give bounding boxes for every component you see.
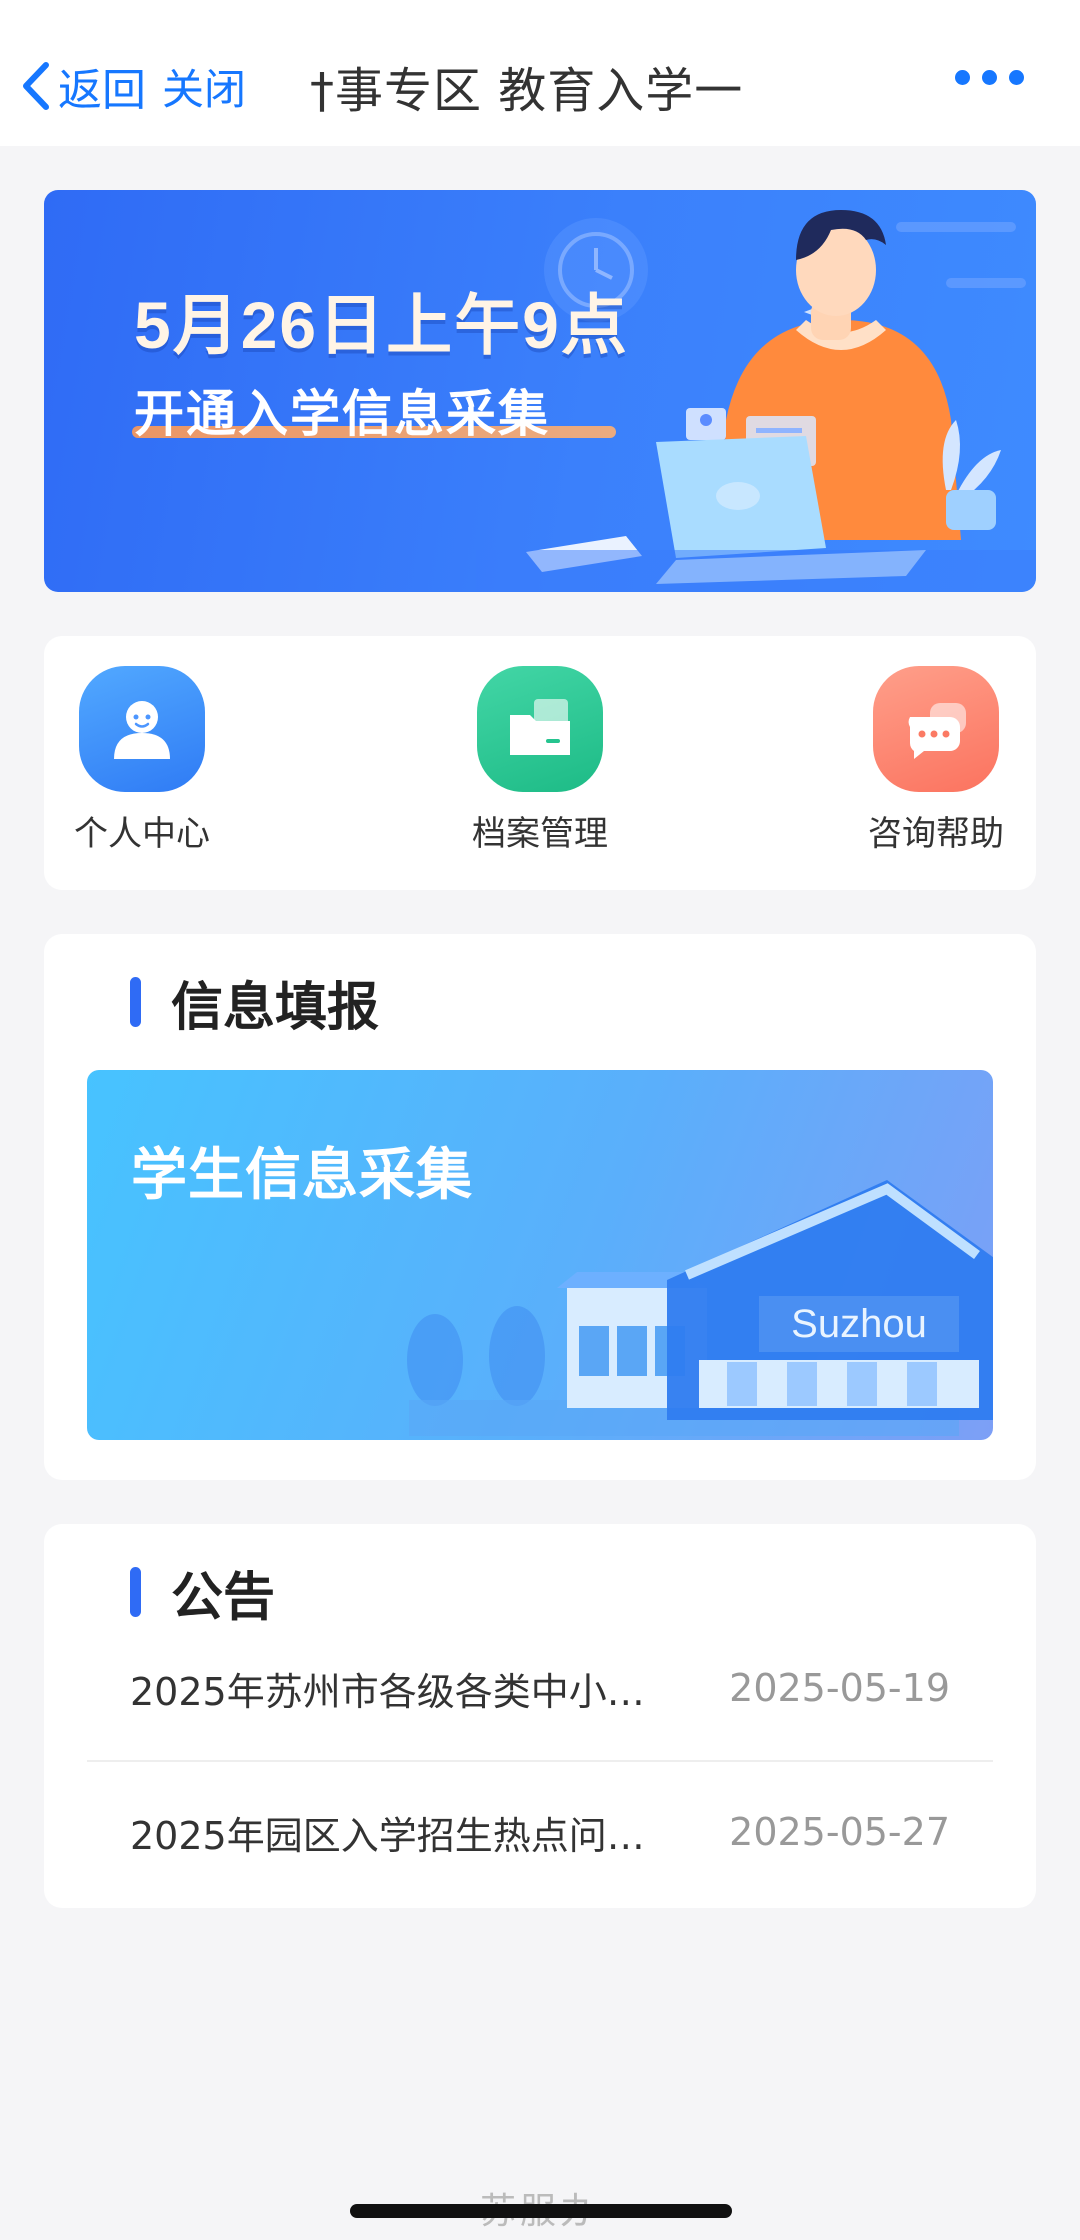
close-button[interactable]: 关闭 [162, 54, 246, 118]
quick-entry-label: 咨询帮助 [868, 814, 1004, 854]
notice-section-card: 公告 2025年苏州市各级各类中小学招生入学政策 2025-05-19 2025… [44, 1524, 1036, 1908]
user-icon [79, 666, 205, 792]
page-title: †事专区 教育入学一 [310, 63, 744, 118]
section-title: 信息填报 [130, 972, 379, 1038]
quick-entry-panel: 个人中心 档案管理 咨询帮助 [44, 636, 1036, 890]
student-info-collection-card[interactable]: 学生信息采集 Suzhou [87, 1070, 993, 1440]
section-title: 公告 [130, 1562, 275, 1628]
banner-subtitle: 开通入学信息采集 [134, 385, 550, 443]
folder-icon [477, 666, 603, 792]
chevron-left-icon [23, 62, 49, 110]
chat-icon [873, 666, 999, 792]
notice-item[interactable]: 2025年园区入学招生热点问题解答 2025-05-27 [130, 1782, 950, 1882]
notice-date: 2025-05-27 [729, 1810, 950, 1854]
section-title-text: 公告 [171, 1567, 276, 1628]
suzhou-sign: Suzhou [791, 1301, 927, 1346]
title-accent-bar [130, 1567, 141, 1617]
divider [87, 1760, 993, 1762]
home-indicator[interactable] [350, 2204, 732, 2218]
back-button[interactable]: 返回 [18, 54, 146, 118]
notice-item[interactable]: 2025年苏州市各级各类中小学招生入学政策 2025-05-19 [130, 1638, 950, 1738]
student-info-collection-label: 学生信息采集 [131, 1143, 473, 1208]
banner-illustration [476, 210, 1036, 592]
back-label: 返回 [58, 65, 146, 116]
quick-entry-personal-center[interactable]: 个人中心 [52, 666, 232, 855]
title-accent-bar [130, 977, 141, 1027]
notice-date: 2025-05-19 [729, 1666, 950, 1710]
quick-entry-consult-help[interactable]: 咨询帮助 [846, 666, 1026, 855]
info-section-card: 信息填报 学生信息采集 Suzhou [44, 934, 1036, 1480]
quick-entry-archive-management[interactable]: 档案管理 [450, 666, 630, 855]
quick-entry-label: 个人中心 [74, 814, 210, 854]
section-title-text: 信息填报 [171, 977, 380, 1038]
top-nav-bar: 返回 关闭 †事专区 教育入学一 [0, 0, 1080, 146]
school-building-illustration [407, 1180, 993, 1436]
quick-entry-label: 档案管理 [472, 814, 608, 854]
banner-headline: 5月26日上午9点 [134, 288, 629, 362]
more-icon[interactable] [955, 70, 1024, 85]
promo-banner[interactable]: 5月26日上午9点 开通入学信息采集 [44, 190, 1036, 592]
notice-title: 2025年苏州市各级各类中小学招生入学政策 [130, 1669, 670, 1714]
notice-title: 2025年园区入学招生热点问题解答 [130, 1813, 670, 1858]
